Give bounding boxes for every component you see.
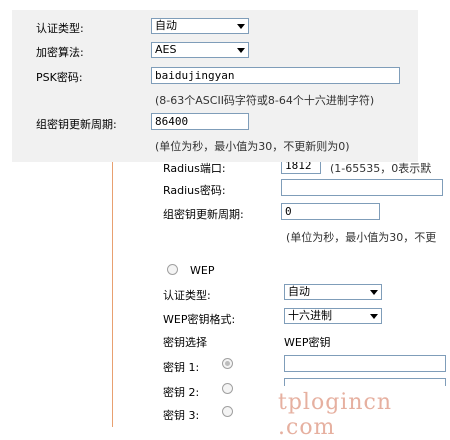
auth-type-value-bg: 自动 <box>288 285 310 298</box>
chevron-down-icon <box>370 290 378 295</box>
encryption-label: 加密算法: <box>36 46 84 59</box>
psk-input[interactable]: baidujingyan <box>151 67 400 84</box>
wep-key-header: WEP密钥 <box>284 336 331 349</box>
group-key-period-input-bg[interactable]: 0 <box>281 203 380 220</box>
auth-type-select[interactable]: 自动 <box>151 18 249 34</box>
key3-radio[interactable] <box>222 406 233 417</box>
group-key-period-hint: (单位为秒，最小值为30，不更新则为0) <box>155 140 350 153</box>
wep-format-value: 十六进制 <box>288 309 332 322</box>
wep-format-select[interactable]: 十六进制 <box>284 308 382 324</box>
radius-port-hint: (1-65535，0表示默 <box>330 162 432 175</box>
key1-label: 密钥 1: <box>163 361 200 374</box>
auth-type-value: 自动 <box>155 19 177 32</box>
key2-radio[interactable] <box>222 383 233 394</box>
radius-port-label: Radius端口: <box>163 162 226 175</box>
chevron-down-icon <box>237 24 245 29</box>
key-select-label: 密钥选择 <box>163 336 207 349</box>
encryption-value: AES <box>155 43 177 56</box>
key3-label: 密钥 3: <box>163 409 200 422</box>
group-key-period-input[interactable]: 86400 <box>151 113 249 130</box>
psk-label: PSK密码: <box>36 71 83 84</box>
key2-label: 密钥 2: <box>163 386 200 399</box>
watermark-box: tplogincn .com <box>276 386 450 440</box>
wep-radio[interactable] <box>167 264 178 275</box>
group-key-period-hint-bg: (单位为秒，最小值为30，不更 <box>286 231 437 244</box>
group-key-period-label: 组密钥更新周期: <box>36 118 117 131</box>
divider-line <box>112 160 113 427</box>
wpa-settings-panel: 认证类型: 自动 加密算法: AES PSK密码: baidujingyan (… <box>12 10 418 162</box>
radius-password-input[interactable] <box>281 179 443 196</box>
key1-radio[interactable] <box>222 358 233 369</box>
auth-type-label-bg: 认证类型: <box>163 289 211 302</box>
auth-type-select-bg[interactable]: 自动 <box>284 284 382 300</box>
wep-label: WEP <box>190 264 215 277</box>
group-key-period-label-bg: 组密钥更新周期: <box>163 208 244 221</box>
chevron-down-icon <box>237 48 245 53</box>
key1-input[interactable] <box>284 355 446 372</box>
encryption-select[interactable]: AES <box>151 42 249 58</box>
chevron-down-icon <box>370 314 378 319</box>
radius-password-label: Radius密码: <box>163 184 226 197</box>
psk-hint: (8-63个ASCII码字符或8-64个十六进制字符) <box>155 94 375 107</box>
auth-type-label: 认证类型: <box>36 22 84 35</box>
watermark-text: tplogincn .com <box>278 390 392 440</box>
wep-format-label: WEP密钥格式: <box>163 313 236 326</box>
